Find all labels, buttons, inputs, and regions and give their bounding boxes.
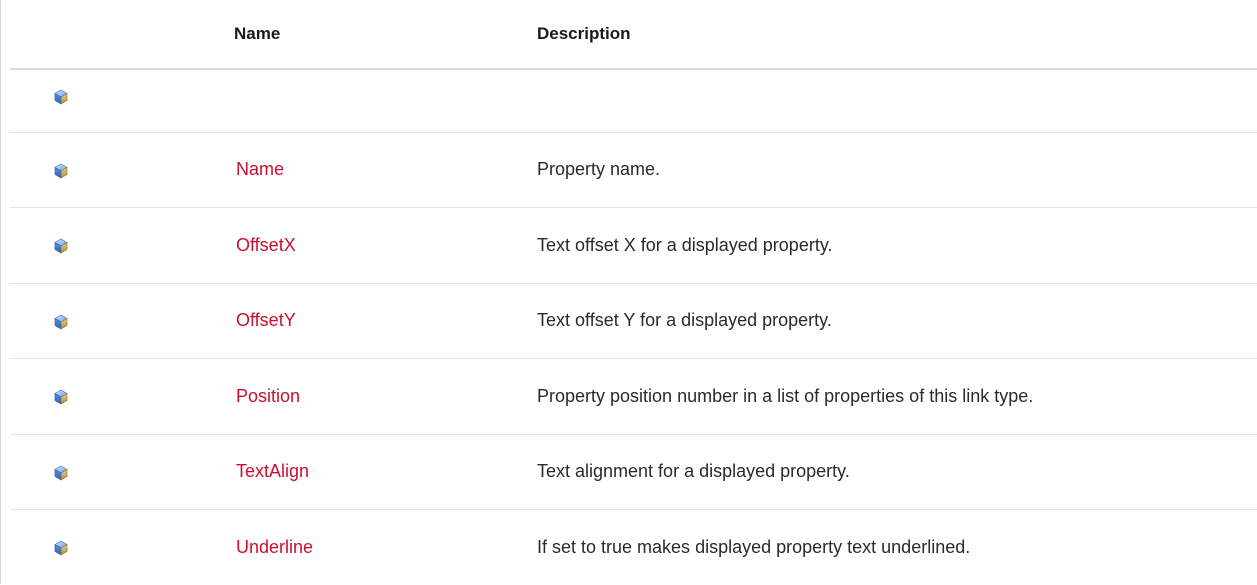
member-description	[498, 69, 1257, 132]
member-description: Text offset X for a displayed property.	[498, 208, 1257, 284]
property-icon	[53, 465, 69, 481]
member-description: Text alignment for a displayed property.	[498, 434, 1257, 510]
members-page: Name Description Name	[0, 0, 1257, 584]
table-row: OffsetX Text offset X for a displayed pr…	[10, 208, 1257, 284]
property-icon	[53, 238, 69, 254]
property-icon	[53, 89, 69, 105]
table-header-row: Name Description	[10, 0, 1257, 69]
table-row: OffsetY Text offset Y for a displayed pr…	[10, 283, 1257, 359]
property-icon	[53, 540, 69, 556]
member-link-underline[interactable]: Underline	[236, 537, 313, 557]
table-row: TextAlign Text alignment for a displayed…	[10, 434, 1257, 510]
property-icon	[53, 163, 69, 179]
member-description: Property name.	[498, 132, 1257, 208]
header-name-column: Name	[198, 0, 498, 69]
member-link-name[interactable]: Name	[236, 159, 284, 179]
table-row: Name Property name.	[10, 132, 1257, 208]
member-link-offsetx[interactable]: OffsetX	[236, 235, 296, 255]
property-icon	[53, 389, 69, 405]
member-link-offsety[interactable]: OffsetY	[236, 310, 296, 330]
property-icon	[53, 314, 69, 330]
header-description-column: Description	[498, 0, 1257, 69]
table-row: Position Property position number in a l…	[10, 359, 1257, 435]
header-icon-column	[10, 0, 198, 69]
table-row: Underline If set to true makes displayed…	[10, 510, 1257, 585]
member-description: If set to true makes displayed property …	[498, 510, 1257, 585]
member-description: Text offset Y for a displayed property.	[498, 283, 1257, 359]
properties-table: Name Description Name	[10, 0, 1257, 585]
member-description: Property position number in a list of pr…	[498, 359, 1257, 435]
member-link-position[interactable]: Position	[236, 386, 300, 406]
table-row	[10, 69, 1257, 132]
member-link-textalign[interactable]: TextAlign	[236, 461, 309, 481]
